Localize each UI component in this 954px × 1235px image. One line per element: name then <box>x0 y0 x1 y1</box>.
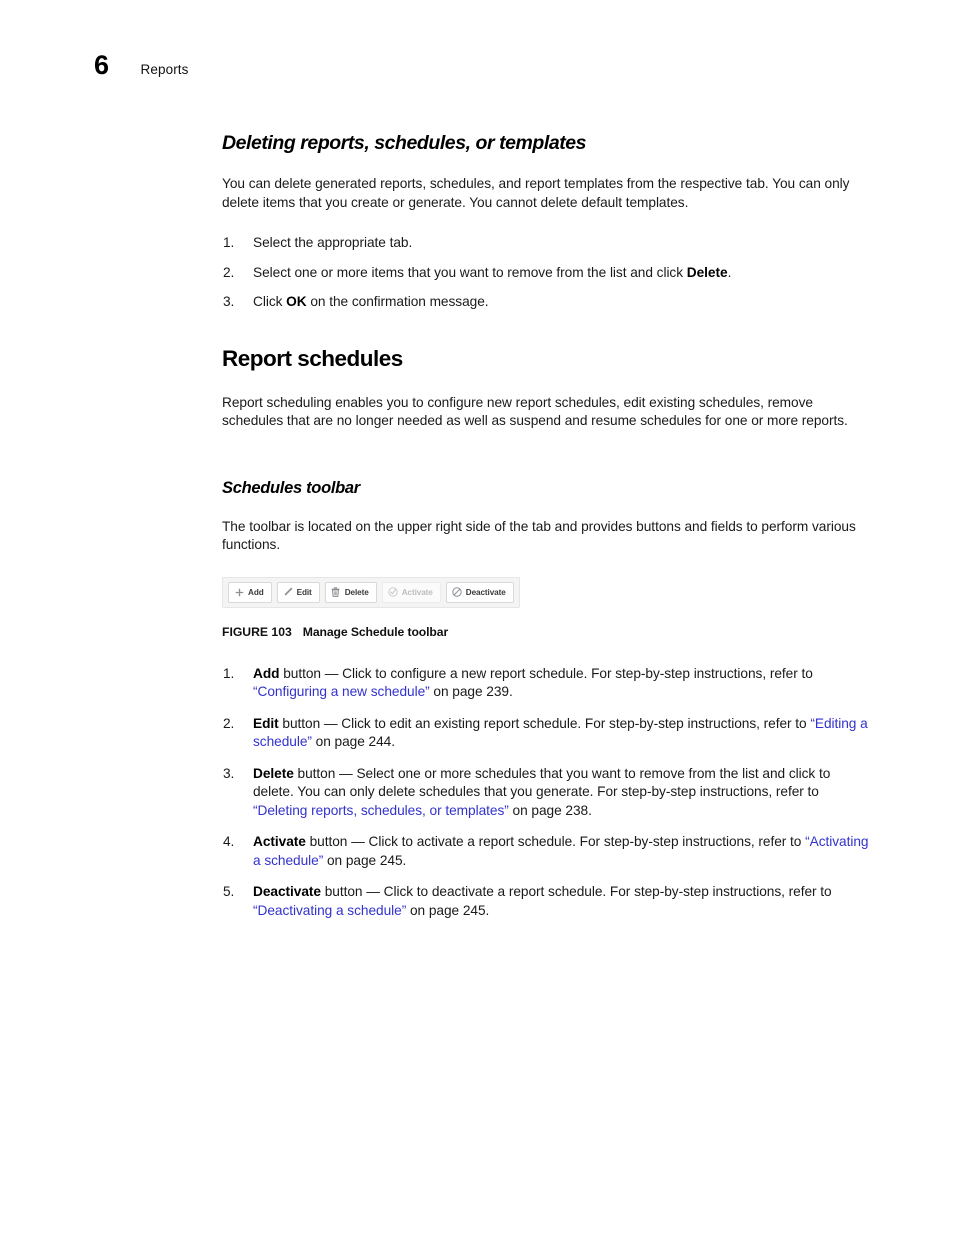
activate-button-label: Activate <box>401 587 433 597</box>
list-text-post: on page 239. <box>429 684 513 699</box>
list-number: 1. <box>223 235 235 250</box>
list-text-pre: button — Click to deactivate a report sc… <box>320 884 832 899</box>
list-text-post: on the confirmation message. <box>306 294 489 309</box>
list-text-bold: Delete <box>253 765 294 781</box>
list-text-post: on page 238. <box>508 802 592 818</box>
page-content: Deleting reports, schedules, or template… <box>222 132 870 933</box>
list-item: 3. Delete button — Select one or more sch… <box>222 765 870 821</box>
paragraph-schedules-toolbar-intro: The toolbar is located on the upper righ… <box>222 518 856 553</box>
list-text-pre: button — Click to activate a report sche… <box>305 834 806 849</box>
list-text-post: . <box>727 264 732 280</box>
list-text-pre: Select one or more items that you want t… <box>253 264 687 280</box>
figure-manage-schedule-toolbar: Add Edit Delete Activate Deactivate FIGU… <box>222 576 870 639</box>
list-text-pre: Select the appropriate tab. <box>253 235 413 250</box>
delete-button-label: Delete <box>344 587 369 597</box>
pencil-icon <box>283 587 293 597</box>
list-text-pre: button — Click to configure a new report… <box>279 665 813 681</box>
deactivate-button-label: Deactivate <box>465 587 506 597</box>
figure-label: FIGURE 103 <box>222 624 292 639</box>
check-circle-icon <box>387 587 398 597</box>
heading-schedules-toolbar: Schedules toolbar <box>222 478 360 497</box>
list-number: 3. <box>223 294 235 309</box>
list-text-bold: Delete <box>686 264 728 280</box>
list-text-bold: Edit <box>253 715 279 731</box>
deactivate-button[interactable]: Deactivate <box>445 581 514 603</box>
document-page: 6 Reports Deleting reports, schedules, o… <box>0 0 954 1235</box>
list-number: 4. <box>223 834 235 849</box>
list-item: 2. Edit button — Click to edit an existin… <box>222 715 870 752</box>
list-text-post: on page 245. <box>323 852 407 868</box>
list-text-bold: Deactivate <box>253 884 321 899</box>
steps-deleting: 1. Select the appropriate tab. 2. Select o… <box>222 234 870 312</box>
steps-toolbar-buttons: 1. Add button — Click to configure a new … <box>222 665 870 921</box>
list-text-post: on page 244. <box>311 734 395 749</box>
cross-reference-link[interactable]: “Configuring a new schedule” <box>253 684 430 699</box>
prohibition-icon <box>452 587 462 597</box>
list-text-post: on page 245. <box>406 902 490 918</box>
delete-button[interactable]: Delete <box>324 581 377 603</box>
list-text-pre: Click <box>253 294 287 309</box>
list-text-bold: OK <box>286 294 307 309</box>
list-number: 2. <box>223 264 235 280</box>
chapter-number: 6 <box>94 50 109 80</box>
list-text-pre: button — Select one or more schedules th… <box>253 765 831 800</box>
schedules-toolbar: Add Edit Delete Activate Deactivate <box>222 576 520 608</box>
list-number: 2. <box>223 715 235 731</box>
figure-title: Manage Schedule toolbar <box>302 624 449 639</box>
heading-report-schedules: Report schedules <box>222 345 403 371</box>
list-text-bold: Activate <box>253 834 306 849</box>
list-item: 1. Select the appropriate tab. <box>222 234 870 253</box>
edit-button-label: Edit <box>296 587 312 597</box>
list-item: 4. Activate button — Click to activate a … <box>222 833 870 870</box>
list-item: 2. Select one or more items that you want… <box>222 264 870 283</box>
figure-caption: FIGURE 103 Manage Schedule toolbar <box>222 625 870 639</box>
trash-icon <box>331 587 341 597</box>
heading-deleting-reports: Deleting reports, schedules, or template… <box>222 132 587 154</box>
list-text-bold: Add <box>253 665 280 681</box>
list-item: 5. Deactivate button — Click to deactivat… <box>222 883 870 920</box>
edit-button[interactable]: Edit <box>276 581 320 603</box>
list-number: 5. <box>223 884 235 899</box>
cross-reference-link[interactable]: “Deactivating a schedule” <box>253 903 406 918</box>
activate-button[interactable]: Activate <box>381 581 441 603</box>
add-button-label: Add <box>248 587 264 597</box>
list-item: 3. Click OK on the confirmation message. <box>222 293 870 312</box>
list-number: 3. <box>223 765 235 781</box>
list-number: 1. <box>223 665 235 681</box>
chapter-title: Reports <box>140 62 189 77</box>
list-text-pre: button — Click to edit an existing repor… <box>278 715 811 731</box>
list-item: 1. Add button — Click to configure a new … <box>222 665 870 702</box>
paragraph-deleting-intro: You can delete generated reports, schedu… <box>222 176 850 210</box>
plus-icon <box>234 587 244 597</box>
add-button[interactable]: Add <box>228 581 272 603</box>
paragraph-report-schedules-intro: Report scheduling enables you to configu… <box>222 394 848 429</box>
cross-reference-link[interactable]: “Deleting reports, schedules, or templat… <box>253 803 509 818</box>
page-running-header: 6 Reports <box>94 52 189 79</box>
